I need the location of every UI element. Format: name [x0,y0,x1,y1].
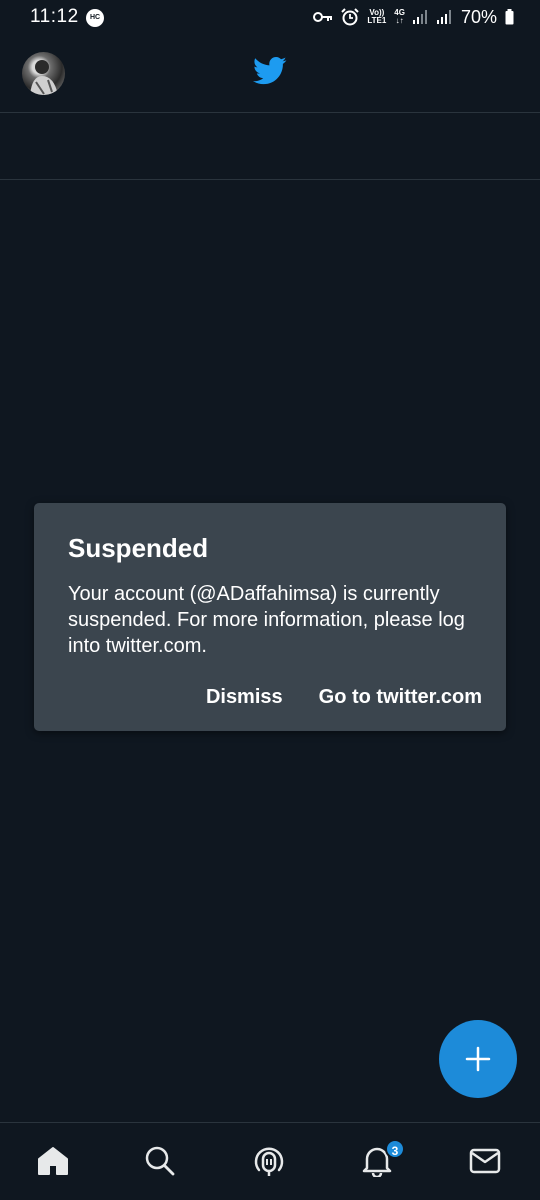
app-screen: 11:12 HC Vo)) LTE1 4G ↓↑ 70% Suspended Y… [0,0,540,1200]
notifications-badge: 3 [385,1139,405,1159]
plus-icon [465,1046,491,1072]
twitter-bird-icon[interactable] [253,56,287,86]
go-to-twitter-button[interactable]: Go to twitter.com [319,686,482,709]
search-icon [145,1146,175,1176]
dialog-actions: Dismiss Go to twitter.com [206,686,482,709]
vpn-key-icon [313,12,333,22]
dialog-message: Your account (@ADaffahimsa) is currently… [68,583,465,657]
dialog-title: Suspended [68,533,209,563]
status-time: 11:12 [30,6,79,27]
spaces-icon [254,1147,284,1176]
battery-percent: 70% [460,6,497,27]
hc-icon: HC [86,9,104,27]
messages-icon [469,1148,501,1174]
top-header [0,36,540,113]
tab-strip [0,113,540,180]
signal-icon [412,10,427,24]
suspended-dialog: Suspended Your account (@ADaffahimsa) is… [34,503,506,731]
alarm-icon [341,8,360,26]
dismiss-button[interactable]: Dismiss [206,686,283,709]
home-icon [38,1147,68,1175]
bottom-navigation: 3 [0,1122,540,1200]
nav-messages[interactable] [467,1143,503,1179]
network-4g-icon: 4G ↓↑ [394,8,405,25]
nav-home[interactable] [35,1143,71,1179]
profile-avatar[interactable] [22,52,65,95]
compose-button[interactable] [439,1020,517,1098]
nav-spaces[interactable] [251,1143,287,1179]
nav-search[interactable] [142,1143,178,1179]
status-bar: 11:12 HC Vo)) LTE1 4G ↓↑ 70% [0,0,540,36]
avatar-image [30,60,58,95]
volte-icon: Vo)) LTE1 [367,8,387,25]
status-icons: Vo)) LTE1 4G ↓↑ 70% [313,4,514,30]
battery-icon [505,9,514,25]
signal-icon-2 [436,10,451,24]
